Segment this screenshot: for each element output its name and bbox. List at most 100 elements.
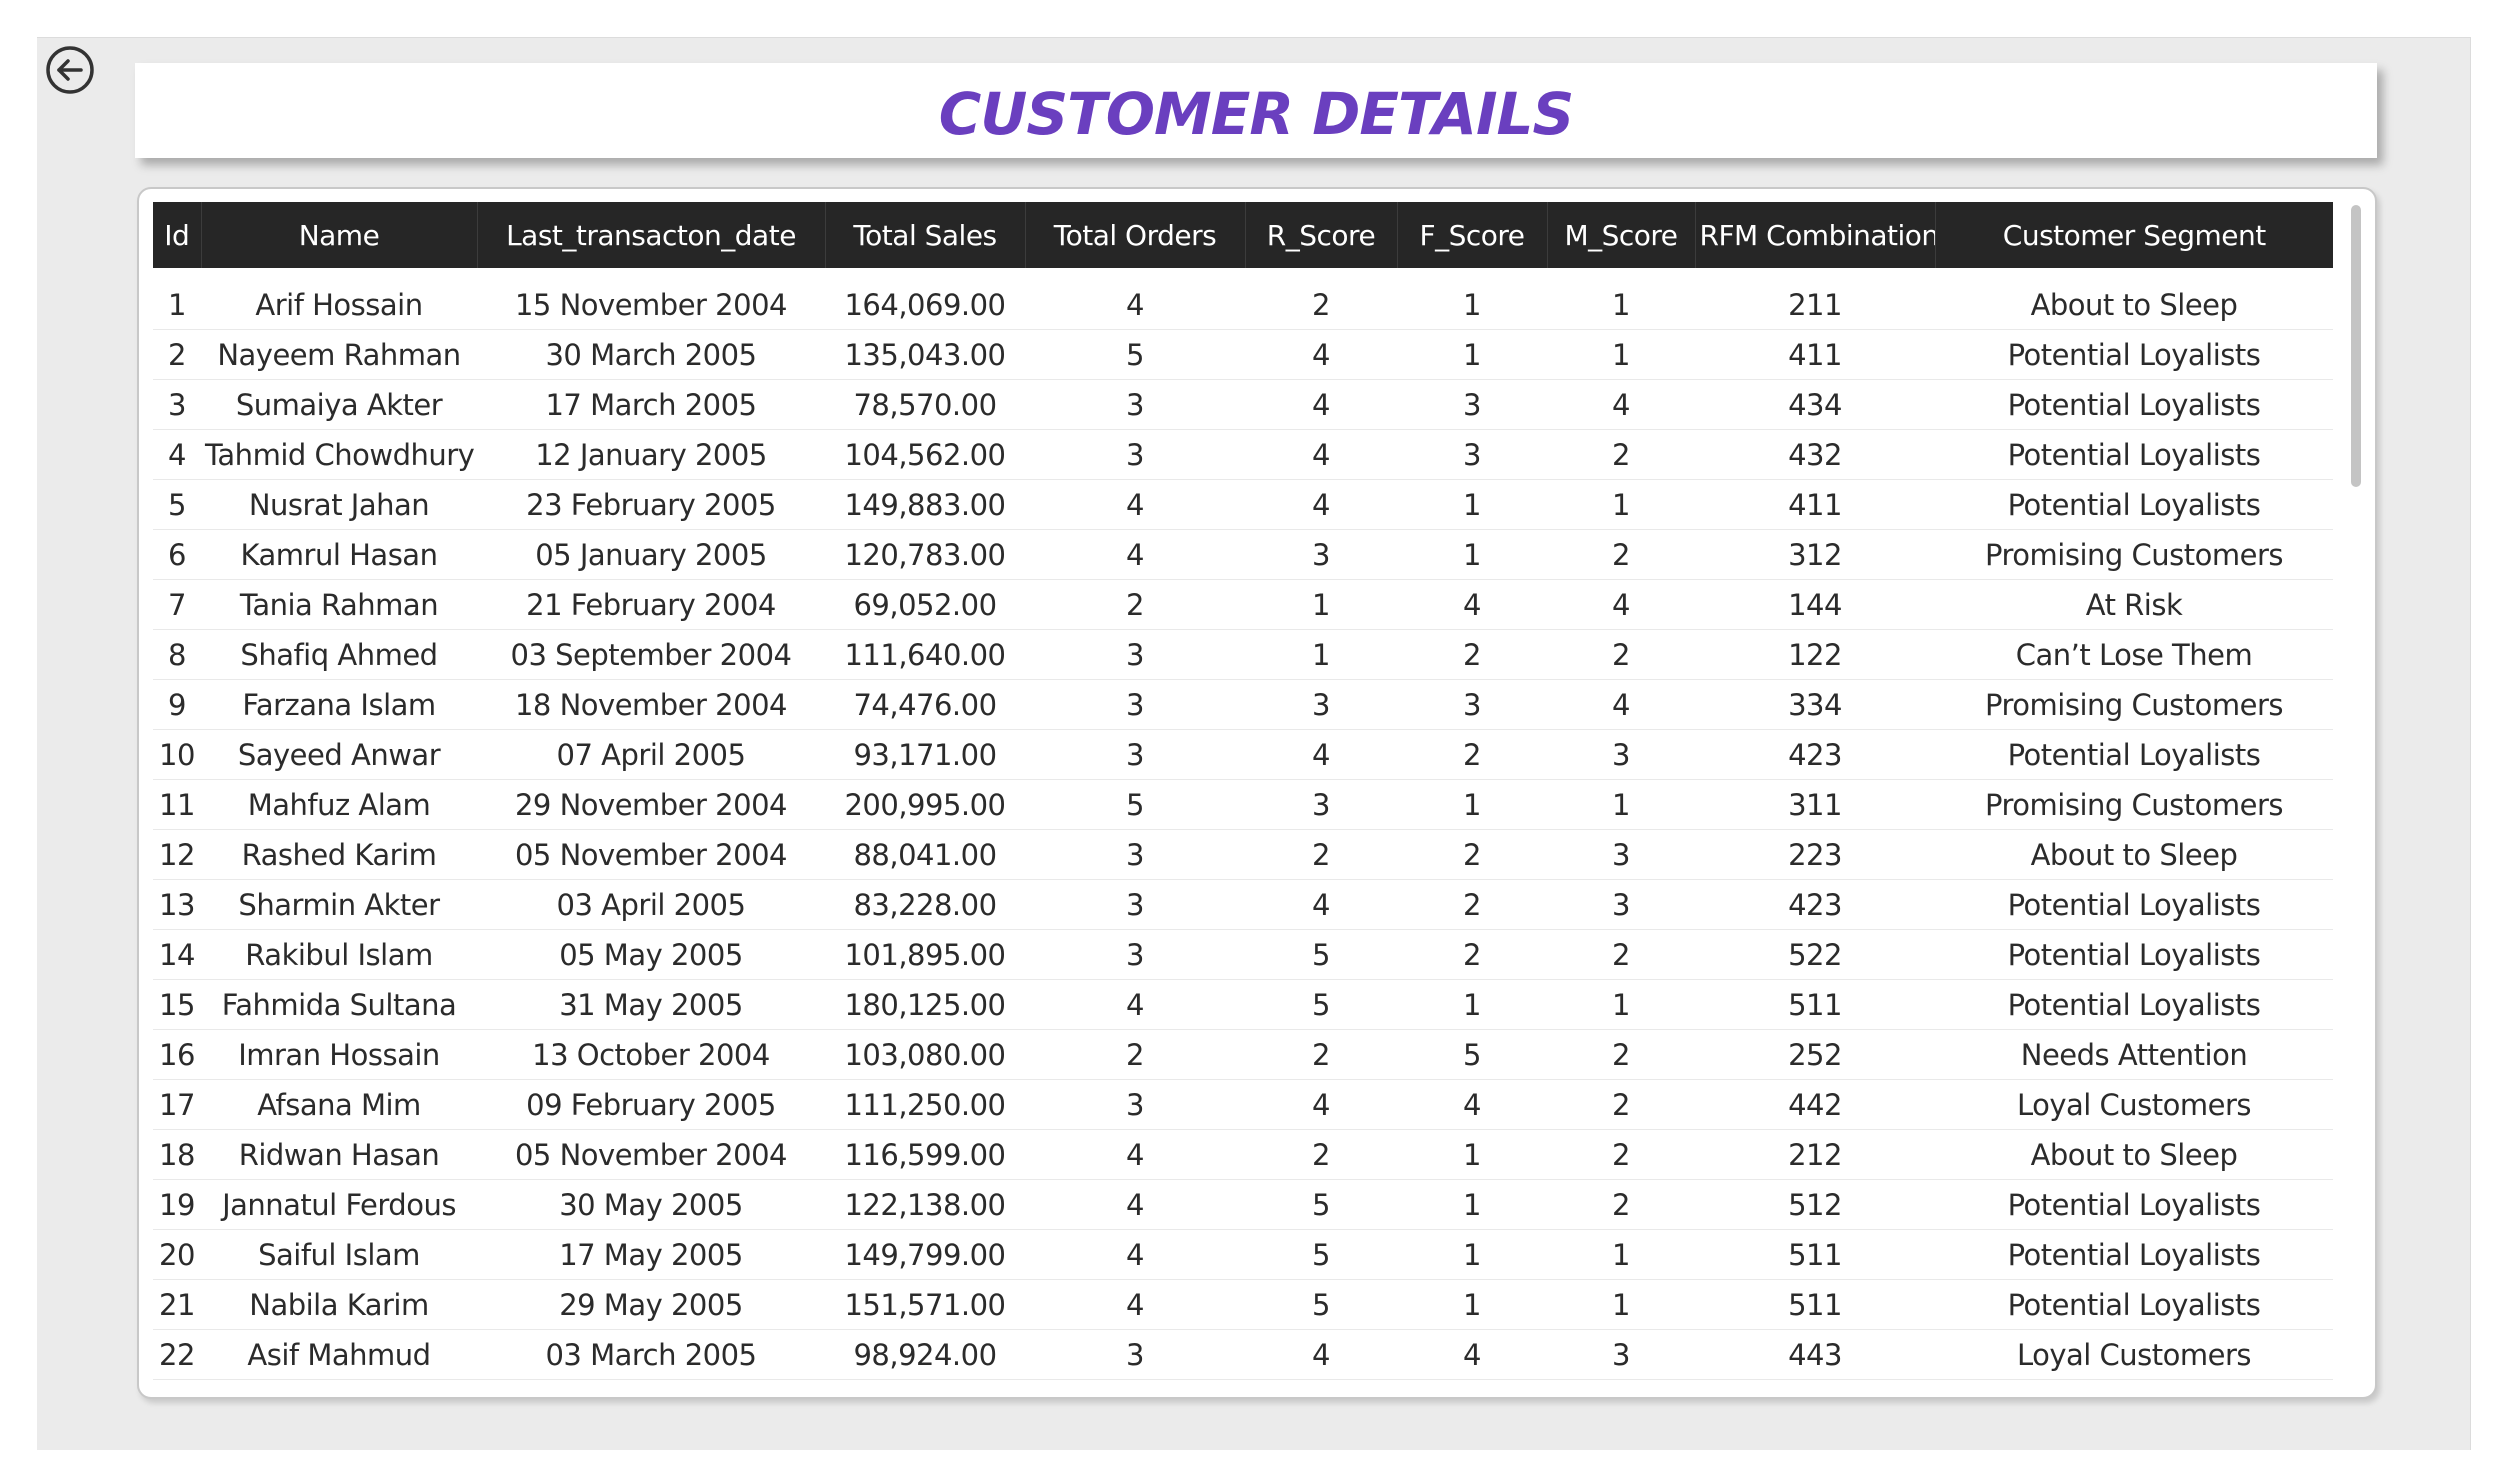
column-header[interactable]: R_Score xyxy=(1244,202,1397,268)
table-cell: 180,125.00 xyxy=(825,979,1025,1030)
table-cell: 5 xyxy=(1397,1029,1547,1080)
table-cell: 78,570.00 xyxy=(825,379,1025,430)
table-cell: 23 February 2005 xyxy=(477,479,825,530)
table-row[interactable]: 16 Imran Hossain 13 October 2004 103,080.00… xyxy=(153,1029,2333,1080)
table-cell: 3 xyxy=(1025,929,1245,980)
table-cell: 05 May 2005 xyxy=(477,929,825,980)
table-cell: 4 xyxy=(1547,679,1695,730)
table-spacer-cell xyxy=(153,268,2333,280)
table-cell: 3 xyxy=(1025,429,1245,480)
table-cell: 144 xyxy=(1695,579,1935,630)
table-cell: 4 xyxy=(1547,379,1695,430)
table-cell: Nayeem Rahman xyxy=(201,329,477,380)
column-header[interactable]: Last_transacton_date xyxy=(476,202,825,268)
table-cell: 104,562.00 xyxy=(825,429,1025,480)
table-cell: Kamrul Hasan xyxy=(201,529,477,580)
table-cell: 4 xyxy=(1025,1229,1245,1280)
column-header[interactable]: F_Score xyxy=(1396,202,1547,268)
table-cell: 2 xyxy=(1547,1179,1695,1230)
column-header[interactable]: Id xyxy=(153,202,201,268)
table-cell: 135,043.00 xyxy=(825,329,1025,380)
customer-table-card: Id Name Last_transacton_date Total Sales Tot… xyxy=(137,187,2377,1399)
table-cell: Potential Loyalists xyxy=(1935,479,2333,530)
table-row[interactable]: 19 Jannatul Ferdous 30 May 2005 122,138.00 4… xyxy=(153,1179,2333,1230)
table-cell: Saiful Islam xyxy=(201,1229,477,1280)
table-row[interactable]: 15 Fahmida Sultana 31 May 2005 180,125.00 4 5… xyxy=(153,979,2333,1030)
column-header[interactable]: Total Sales xyxy=(824,202,1025,268)
table-cell: 3 xyxy=(1397,429,1547,480)
table-cell: At Risk xyxy=(1935,579,2333,630)
table-cell: Asif Mahmud xyxy=(201,1329,477,1380)
table-cell: 512 xyxy=(1695,1179,1935,1230)
table-cell: About to Sleep xyxy=(1935,280,2333,330)
table-row[interactable]: 8 Shafiq Ahmed 03 September 2004 111,640.00… xyxy=(153,629,2333,680)
table-cell: 17 xyxy=(153,1079,201,1130)
column-header[interactable]: Customer Segment xyxy=(1934,202,2333,268)
table-row[interactable]: 18 Ridwan Hasan 05 November 2004 116,599.00… xyxy=(153,1129,2333,1180)
table-row[interactable]: 17 Afsana Mim 09 February 2005 111,250.00 3 4… xyxy=(153,1079,2333,1130)
table-cell: 22 xyxy=(153,1329,201,1380)
table-cell: 1 xyxy=(1397,529,1547,580)
table-row[interactable]: 2 Nayeem Rahman 30 March 2005 135,043.00 5 4 1… xyxy=(153,329,2333,380)
column-header[interactable]: Total Orders xyxy=(1024,202,1245,268)
column-header[interactable]: M_Score xyxy=(1546,202,1695,268)
table-cell: 14 xyxy=(153,929,201,980)
table-cell: 1 xyxy=(1547,329,1695,380)
table-row[interactable]: 13 Sharmin Akter 03 April 2005 83,228.00 3 4 2… xyxy=(153,879,2333,930)
table-cell: 4 xyxy=(1025,529,1245,580)
table-row[interactable]: 11 Mahfuz Alam 29 November 2004 200,995.00 5… xyxy=(153,779,2333,830)
table-cell: 1 xyxy=(1547,280,1695,330)
table-row[interactable]: 10 Sayeed Anwar 07 April 2005 93,171.00 3 4 2 3… xyxy=(153,729,2333,780)
table-cell: 4 xyxy=(1025,1179,1245,1230)
table-cell: 2 xyxy=(1397,829,1547,880)
table-cell: Jannatul Ferdous xyxy=(201,1179,477,1230)
table-cell: 3 xyxy=(1245,779,1397,830)
table-row[interactable]: 4 Tahmid Chowdhury 12 January 2005 104,562.… xyxy=(153,429,2333,480)
table-row[interactable]: 14 Rakibul Islam 05 May 2005 101,895.00 3 5 2 2… xyxy=(153,929,2333,980)
column-header[interactable]: Name xyxy=(200,202,477,268)
table-cell: 1 xyxy=(1547,979,1695,1030)
table-row[interactable]: 22 Asif Mahmud 03 March 2005 98,924.00 3 4 4 3 4… xyxy=(153,1329,2333,1380)
table-cell: 3 xyxy=(1547,829,1695,880)
title-card: CUSTOMER DETAILS xyxy=(135,63,2377,158)
table-cell: 5 xyxy=(1245,1279,1397,1330)
table-row[interactable]: 12 Rashed Karim 05 November 2004 88,041.00 3… xyxy=(153,829,2333,880)
table-cell: 1 xyxy=(153,280,201,330)
back-button[interactable] xyxy=(44,44,96,96)
table-cell: 4 xyxy=(1025,280,1245,330)
table-cell: 69,052.00 xyxy=(825,579,1025,630)
table-cell: 3 xyxy=(1397,379,1547,430)
table-cell: 4 xyxy=(1025,1279,1245,1330)
table-cell: 2 xyxy=(1025,579,1245,630)
vertical-scrollbar-thumb[interactable] xyxy=(2351,205,2361,487)
table-cell: 18 xyxy=(153,1129,201,1180)
table-cell: Afsana Mim xyxy=(201,1079,477,1130)
table-row[interactable]: 9 Farzana Islam 18 November 2004 74,476.00 3… xyxy=(153,679,2333,730)
table-cell: 09 February 2005 xyxy=(477,1079,825,1130)
table-row[interactable]: 7 Tania Rahman 21 February 2004 69,052.00 2 1… xyxy=(153,579,2333,630)
table-row[interactable]: 5 Nusrat Jahan 23 February 2005 149,883.00 4… xyxy=(153,479,2333,530)
table-cell: 5 xyxy=(1245,1179,1397,1230)
table-row[interactable]: 20 Saiful Islam 17 May 2005 149,799.00 4 5 1 1 5… xyxy=(153,1229,2333,1280)
column-header[interactable]: RFM Combination xyxy=(1694,202,1935,268)
table-cell: 1 xyxy=(1397,979,1547,1030)
table-row[interactable]: 21 Nabila Karim 29 May 2005 151,571.00 4 5 1 1 5… xyxy=(153,1279,2333,1330)
table-cell: 4 xyxy=(1245,379,1397,430)
table-cell: 103,080.00 xyxy=(825,1029,1025,1080)
table-cell: Loyal Customers xyxy=(1935,1079,2333,1130)
table-cell: 116,599.00 xyxy=(825,1129,1025,1180)
table-cell: Potential Loyalists xyxy=(1935,1229,2333,1280)
table-row[interactable]: 3 Sumaiya Akter 17 March 2005 78,570.00 3 4 3 4… xyxy=(153,379,2333,430)
table-row[interactable]: 1 Arif Hossain 15 November 2004 164,069.00 4… xyxy=(153,280,2333,330)
table-cell: 522 xyxy=(1695,929,1935,980)
table-cell: 4 xyxy=(1245,729,1397,780)
table-cell: 3 xyxy=(1025,829,1245,880)
table-cell: About to Sleep xyxy=(1935,1129,2333,1180)
table-cell: 21 xyxy=(153,1279,201,1330)
table-cell: Potential Loyalists xyxy=(1935,729,2333,780)
table-cell: 19 xyxy=(153,1179,201,1230)
table-cell: Tahmid Chowdhury xyxy=(201,429,477,480)
table-cell: 3 xyxy=(153,379,201,430)
table-cell: 05 November 2004 xyxy=(477,829,825,880)
table-row[interactable]: 6 Kamrul Hasan 05 January 2005 120,783.00 4 3… xyxy=(153,529,2333,580)
